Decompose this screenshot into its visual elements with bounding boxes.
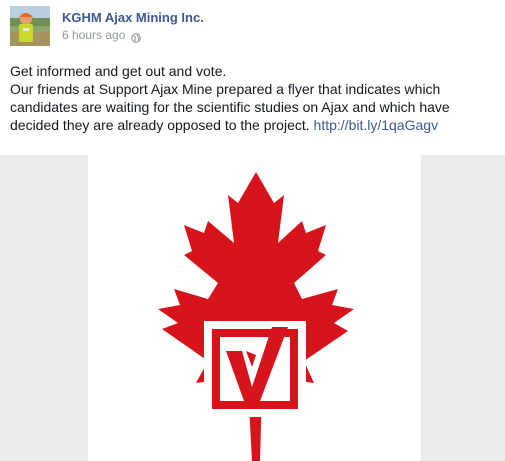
post-message: Get informed and get out and vote. Our f… bbox=[10, 62, 500, 134]
globe-icon[interactable] bbox=[131, 30, 142, 43]
image-gutter-right bbox=[421, 155, 505, 461]
page-name-link[interactable]: KGHM Ajax Mining Inc. bbox=[62, 10, 204, 26]
post-line-2: Our friends at Support Ajax Mine prepare… bbox=[10, 80, 500, 134]
check-ballot-icon bbox=[204, 321, 306, 417]
post-image-area bbox=[0, 155, 505, 461]
facebook-post: KGHM Ajax Mining Inc. 6 hours ago Get in… bbox=[0, 0, 505, 461]
flyer-image[interactable] bbox=[88, 155, 421, 461]
flyer-link[interactable]: http://bit.ly/1qaGagv bbox=[314, 117, 439, 133]
timestamp-row: 6 hours ago bbox=[62, 28, 204, 43]
maple-leaf-icon bbox=[158, 172, 354, 461]
avatar[interactable] bbox=[10, 6, 50, 46]
maple-leaf-check-logo bbox=[158, 172, 354, 461]
timestamp[interactable]: 6 hours ago bbox=[62, 28, 125, 42]
avatar-photo bbox=[10, 6, 50, 46]
post-header: KGHM Ajax Mining Inc. 6 hours ago bbox=[10, 6, 204, 48]
post-line-1: Get informed and get out and vote. bbox=[10, 63, 227, 79]
image-gutter-left bbox=[0, 155, 88, 461]
post-meta: KGHM Ajax Mining Inc. 6 hours ago bbox=[62, 10, 204, 43]
